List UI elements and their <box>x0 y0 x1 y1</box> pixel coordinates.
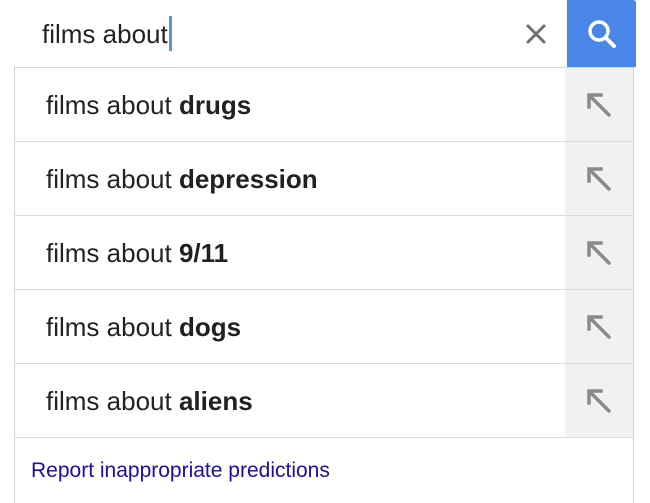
fill-query-button[interactable] <box>565 142 633 215</box>
close-icon <box>526 24 546 44</box>
report-predictions-link[interactable]: Report inappropriate predictions <box>31 458 330 484</box>
suggestion-completion: aliens <box>178 386 253 416</box>
suggestion-item[interactable]: films about dogs <box>15 290 633 364</box>
suggestion-completion: 9/11 <box>178 238 229 268</box>
suggestion-prefix: films about <box>46 90 179 120</box>
search-input[interactable]: films about <box>14 0 567 67</box>
arrow-up-left-icon <box>587 166 611 191</box>
arrow-up-left-icon <box>587 92 611 117</box>
arrow-up-left-icon <box>587 314 611 339</box>
suggestion-completion: depression <box>178 164 318 194</box>
suggestion-prefix: films about <box>46 386 179 416</box>
suggestion-item[interactable]: films about depression <box>15 142 633 216</box>
search-autocomplete: films about films about drugs films abou… <box>0 0 650 503</box>
suggestion-prefix: films about <box>46 238 179 268</box>
search-bar: films about <box>14 0 636 67</box>
suggestion-item[interactable]: films about aliens <box>15 364 633 438</box>
text-caret <box>169 16 172 51</box>
arrow-up-left-icon <box>587 388 611 413</box>
suggestion-prefix: films about <box>46 164 179 194</box>
search-icon <box>587 19 616 48</box>
clear-search-button[interactable] <box>520 18 552 50</box>
suggestion-item[interactable]: films about 9/11 <box>15 216 633 290</box>
suggestion-label: films about drugs <box>46 88 251 122</box>
suggestion-label: films about 9/11 <box>46 236 228 270</box>
suggestion-label: films about depression <box>46 162 318 196</box>
search-query-text: films about <box>42 19 168 49</box>
arrow-up-left-icon <box>587 240 611 265</box>
search-button[interactable] <box>567 0 636 67</box>
suggestion-item[interactable]: films about drugs <box>15 68 633 142</box>
suggestion-dropdown: films about drugs films about depression… <box>14 67 634 503</box>
fill-query-button[interactable] <box>565 290 633 363</box>
suggestion-label: films about dogs <box>46 310 241 344</box>
fill-query-button[interactable] <box>565 68 633 141</box>
suggestion-completion: drugs <box>178 90 252 120</box>
fill-query-button[interactable] <box>565 216 633 289</box>
suggestion-prefix: films about <box>46 312 179 342</box>
fill-query-button[interactable] <box>565 364 633 437</box>
suggestion-completion: dogs <box>178 312 242 342</box>
suggestion-label: films about aliens <box>46 384 253 418</box>
